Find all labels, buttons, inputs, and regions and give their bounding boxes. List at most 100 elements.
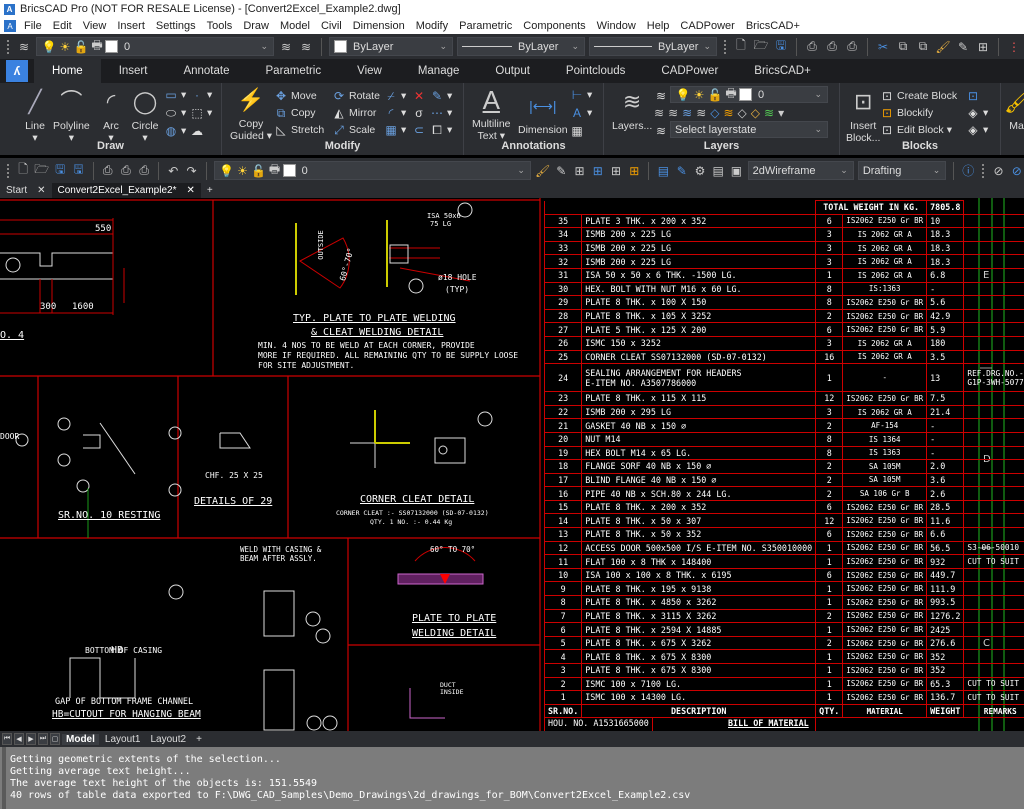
multiline-text-button[interactable]: A Multiline Text ▾ <box>472 85 511 142</box>
menu-edit[interactable]: Edit <box>53 20 72 32</box>
viewport-icon[interactable]: ▣ <box>729 163 743 179</box>
tab-insert[interactable]: Insert <box>101 59 166 83</box>
close-icon[interactable]: ✕ <box>186 185 194 196</box>
region-button[interactable]: ⬚ ▾ <box>190 106 212 120</box>
menu-bricscad-plus[interactable]: BricsCAD+ <box>746 20 800 32</box>
block-attribute-button[interactable]: ◈ ▾ <box>966 106 988 120</box>
scale-button[interactable]: ⤢ Scale <box>332 123 375 137</box>
pick-color-icon[interactable]: ✎ <box>955 39 971 55</box>
save-as-icon[interactable]: 🖫 <box>71 162 85 179</box>
layer-explorer-icon[interactable]: ▤ <box>711 163 725 179</box>
layer-match-icon[interactable]: ≋ <box>682 106 692 120</box>
match-properties-icon[interactable]: 🖌 <box>535 163 550 179</box>
next-layout-button[interactable]: ▶ <box>26 733 36 745</box>
trim-button[interactable]: ⌿ ▾ <box>384 89 406 103</box>
more-tools-icon[interactable]: ⋮ <box>1006 39 1022 55</box>
plot-icon[interactable]: ⎙ <box>824 39 840 55</box>
layout-tab-layout1[interactable]: Layout1 <box>101 734 145 745</box>
dim-style-button[interactable]: ⊢ ▾ <box>570 88 593 102</box>
tab-cadpower[interactable]: CADPower <box>643 59 736 83</box>
layer-manager-icon[interactable]: ≋ <box>16 39 32 55</box>
last-layout-button[interactable]: ⏭ <box>38 733 48 745</box>
settings-icon[interactable]: ⚙ <box>693 163 707 179</box>
cut-icon[interactable]: ✂ <box>875 39 891 55</box>
mirror-button[interactable]: ◭ Mirror <box>332 106 376 120</box>
block-param-button[interactable]: ◈ ▾ <box>966 123 988 137</box>
stretch-button[interactable]: ◺ Stretch <box>274 123 324 137</box>
filter-select-icon[interactable]: ⊞ <box>627 163 641 179</box>
menu-help[interactable]: Help <box>647 20 670 32</box>
table-button[interactable]: ▦ <box>570 124 584 138</box>
menu-view[interactable]: View <box>83 20 107 32</box>
blockify-button[interactable]: ⊡ Blockify <box>880 106 933 120</box>
layout-list-button[interactable]: ▢ <box>50 733 60 745</box>
erase-button[interactable]: ✕ <box>412 89 426 103</box>
copy-guided-button[interactable]: ⚡ Copy Guided ▾ <box>230 85 272 143</box>
toolbar-grip[interactable] <box>982 163 985 178</box>
ellipse-button[interactable]: ⬭ ▾ <box>164 106 186 120</box>
toolbar2-layer-dropdown[interactable]: 💡 ☀ 🔓 🖶 0 ⌄ <box>213 161 531 180</box>
visual-style-dropdown[interactable]: 2dWireframe ⌄ <box>747 161 854 180</box>
color-dropdown[interactable]: ByLayer ⌄ <box>329 37 453 56</box>
save-icon[interactable]: 🖫 <box>773 38 789 55</box>
toolbar-grip[interactable] <box>7 39 9 54</box>
line-button[interactable]: ╱ Line ▾ <box>20 87 50 145</box>
pick-color-icon[interactable]: ✎ <box>554 163 568 179</box>
tab-annotate[interactable]: Annotate <box>165 59 247 83</box>
tab-bricscad-plus[interactable]: BricsCAD+ <box>736 59 829 83</box>
copy-clip-icon[interactable]: ⧉ <box>895 39 911 55</box>
explode-button[interactable]: ⧠ ▾ <box>430 123 452 137</box>
draw-order-icon[interactable]: ✎ <box>675 163 689 179</box>
open-file-icon[interactable]: 🗁 <box>753 38 769 55</box>
arc-button[interactable]: ◜ Arc ▾ <box>96 87 126 145</box>
menu-parametric[interactable]: Parametric <box>459 20 512 32</box>
redo-icon[interactable]: ↷ <box>184 163 198 179</box>
menu-insert[interactable]: Insert <box>117 20 145 32</box>
edit-pline-button[interactable]: ✎ ▾ <box>430 89 452 103</box>
revcloud-button[interactable]: ☁ <box>190 124 204 138</box>
select-similar-icon[interactable]: ⊞ <box>572 163 586 179</box>
write-block-button[interactable]: ⊡ <box>966 89 980 103</box>
new-file-icon[interactable]: 🗋 <box>733 38 749 55</box>
move-button[interactable]: ✥ Move <box>274 89 317 103</box>
menu-modify[interactable]: Modify <box>416 20 448 32</box>
app-menu-icon[interactable]: A <box>4 20 16 32</box>
menu-window[interactable]: Window <box>597 20 636 32</box>
menu-tools[interactable]: Tools <box>207 20 233 32</box>
rotate-button[interactable]: ⟳ Rotate <box>332 89 380 103</box>
polyline-button[interactable]: ⌒ Polyline ▾ <box>53 87 90 145</box>
match-properties-icon[interactable]: 🖌 <box>935 39 951 55</box>
new-tab-button[interactable]: + <box>201 183 219 198</box>
print-preview-icon[interactable]: ⎙ <box>101 163 115 179</box>
make-current-layer-icon[interactable]: ≋ <box>278 39 294 55</box>
open-file-icon[interactable]: 🗁 <box>34 162 49 179</box>
paste-icon[interactable]: ⧉ <box>915 39 931 55</box>
menu-draw[interactable]: Draw <box>243 20 269 32</box>
layer-unisolate-icon[interactable]: ≋ <box>668 106 678 120</box>
command-line-grip[interactable] <box>2 747 6 809</box>
layer-freeze-icon[interactable]: ◇ <box>710 106 719 120</box>
drawing-canvas[interactable]: E D C 550 300 1600 O. 4 OUTSIDE 60°-70° … <box>0 198 1024 731</box>
layer-current-icon[interactable]: ≋ <box>764 106 774 120</box>
tab-output[interactable]: Output <box>477 59 548 83</box>
print-preview-icon[interactable]: ⎙ <box>804 39 820 55</box>
layer-unlock-icon[interactable]: ◇ <box>751 106 760 120</box>
dimension-button[interactable]: |⟷| Dimension <box>518 91 568 136</box>
ribbon-layer-dropdown[interactable]: 💡 ☀ 🔓 🖶 0 ⌄ <box>670 86 828 103</box>
previous-layout-button[interactable]: ◀ <box>14 733 24 745</box>
offset-button[interactable]: σ <box>412 106 426 120</box>
select-icon[interactable]: ⊞ <box>591 163 605 179</box>
create-block-button[interactable]: ⊡ Create Block <box>880 89 957 103</box>
layer-filter-icon[interactable]: ≋ <box>654 89 668 103</box>
toolbar-grip[interactable] <box>724 39 726 54</box>
quick-select-icon[interactable]: ⊞ <box>975 39 991 55</box>
menu-components[interactable]: Components <box>523 20 585 32</box>
save-icon[interactable]: 🖫 <box>53 162 67 179</box>
menu-model[interactable]: Model <box>280 20 310 32</box>
array-button[interactable]: ▦ ▾ <box>384 123 406 137</box>
undo-icon[interactable]: ↶ <box>166 163 180 179</box>
tab-home[interactable]: Home <box>34 59 101 83</box>
menu-cadpower[interactable]: CADPower <box>680 20 734 32</box>
layer-previous-icon[interactable]: ≋ <box>298 39 314 55</box>
close-icon[interactable]: ✕ <box>37 185 45 196</box>
